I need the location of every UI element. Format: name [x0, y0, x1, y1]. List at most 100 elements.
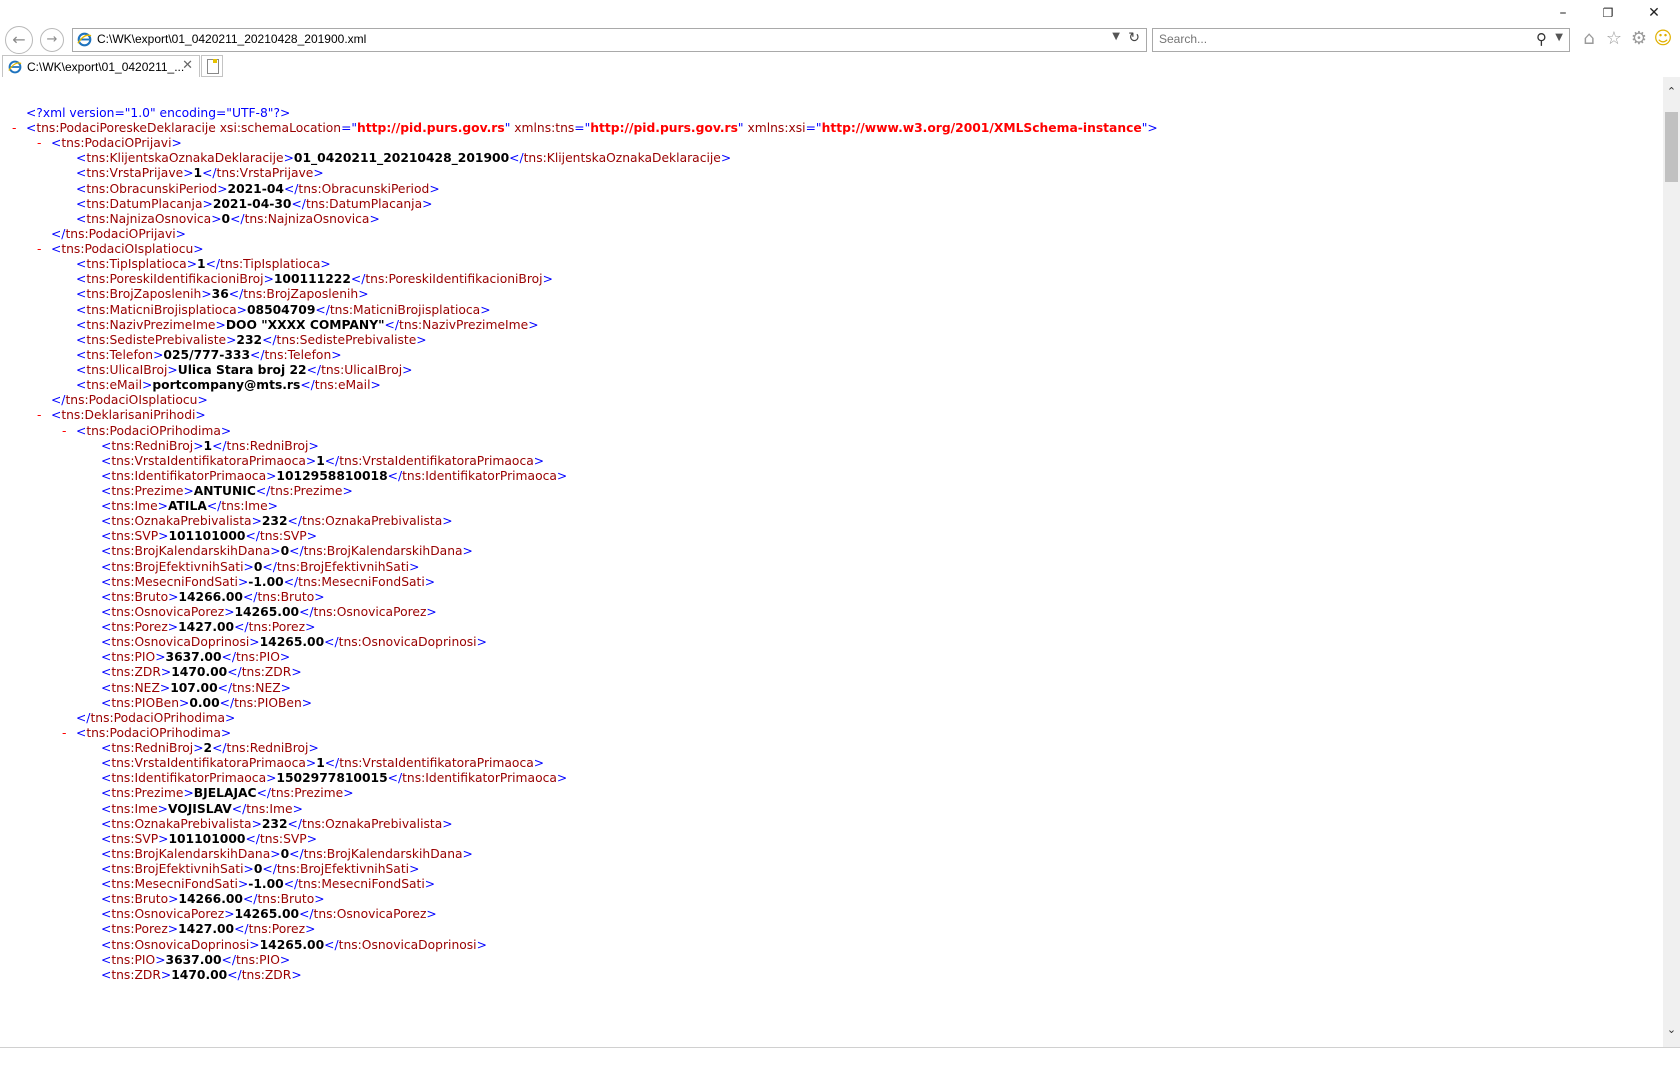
refresh-icon[interactable]: ↻ [1128, 30, 1140, 46]
xml-value: 0 [280, 846, 290, 861]
restore-button[interactable]: ❐ [1588, 2, 1628, 24]
xml-field: <tns:Telefon>025/777-333</tns:Telefon> [76, 347, 342, 362]
new-tab-button[interactable] [201, 55, 223, 77]
xml-tag-name: tns:Telefon [264, 347, 332, 362]
search-icon[interactable]: ⚲ [1536, 30, 1547, 48]
xml-tag-name: tns:PIOBen [234, 695, 302, 710]
xml-value: 1 [316, 756, 325, 771]
xml-value: VOJISLAV [167, 801, 232, 816]
home-icon[interactable]: ⌂ [1578, 28, 1600, 50]
xml-declaration: <?xml version="1.0" encoding="UTF-8"?> [26, 105, 290, 121]
vertical-scrollbar[interactable]: ⌃ ⌄ [1663, 77, 1680, 1047]
xml-tag-name: tns:VrstaIdentifikatoraPrimaoca [339, 453, 534, 468]
xml-tag-name: tns:Bruto [257, 892, 315, 907]
back-arrow-icon: ← [12, 30, 26, 49]
xml-tag-name: tns:MaticniBrojisplatioca [329, 302, 481, 317]
xml-tag-name: tns:VrstaIdentifikatoraPrimaoca [111, 453, 306, 468]
internet-explorer-icon [77, 32, 92, 51]
back-button[interactable]: ← [5, 26, 33, 54]
search-box[interactable]: ⚲ ▼ [1152, 28, 1570, 52]
gear-icon[interactable]: ⚙ [1628, 28, 1650, 50]
xml-tag-name: tns:Ime [246, 801, 293, 816]
search-dropdown-icon[interactable]: ▼ [1555, 32, 1563, 43]
xml-tag-name: tns:OsnovicaDoprinosi [338, 635, 477, 650]
xml-value: 232 [236, 332, 263, 347]
xml-tag-name: tns:Bruto [111, 892, 169, 907]
xml-open-tag: - <tns:PodaciOPrihodima> [62, 725, 232, 740]
collapse-toggle[interactable]: - [37, 135, 41, 151]
internet-explorer-icon [8, 59, 22, 78]
xml-field: <tns:KlijentskaOznakaDeklaracije>01_0420… [76, 151, 732, 166]
xml-field: <tns:NajnizaOsnovica>0</tns:NajnizaOsnov… [76, 211, 380, 226]
xml-tag-name: tns:BrojZaposlenih [86, 287, 202, 302]
xml-tag-name: tns:ObracunskiPeriod [86, 181, 218, 196]
xml-value: 3637.00 [165, 650, 222, 665]
collapse-toggle[interactable]: - [12, 120, 16, 136]
xml-tag-name: tns:Prezime [271, 786, 344, 801]
status-area [0, 1047, 1680, 1079]
address-bar[interactable]: C:\WK\export\01_0420211_20210428_201900.… [72, 28, 1147, 52]
scroll-up-arrow-icon[interactable]: ⌃ [1663, 85, 1680, 101]
forward-button[interactable]: → [40, 28, 64, 52]
xml-tag-name: tns:PodaciOIsplatiocu [61, 242, 194, 257]
address-url[interactable]: C:\WK\export\01_0420211_20210428_201900.… [97, 32, 366, 46]
xml-tag-name: tns:SVP [111, 831, 159, 846]
xml-value: 0 [221, 211, 231, 226]
xml-tag-name: tns:Bruto [257, 589, 315, 604]
xml-tag-name: tns:BrojEfektivnihSati [276, 559, 410, 574]
xml-field: <tns:RedniBroj>2</tns:RedniBroj> [101, 741, 319, 756]
minimize-button[interactable]: – [1543, 2, 1583, 24]
xml-value: 36 [211, 287, 229, 302]
xml-value: 1470.00 [171, 967, 228, 982]
xml-tag-name: tns:ObracunskiPeriod [298, 181, 430, 196]
tab-active[interactable]: C:\WK\export\01_0420211_... ✕ [2, 55, 200, 78]
xml-attr-value: http://pid.purs.gov.rs [357, 121, 505, 136]
collapse-toggle[interactable]: - [37, 241, 41, 257]
xml-tag-name: tns:Porez [111, 620, 168, 635]
xml-tag-name: tns:Prezime [270, 484, 343, 498]
xml-field: <tns:Bruto>14266.00</tns:Bruto> [101, 892, 325, 907]
xml-tag-name: tns:BrojKalendarskihDana [303, 544, 463, 559]
xml-field: <tns:OznakaPrebivalista>232</tns:OznakaP… [101, 514, 453, 529]
xml-value: 232 [261, 514, 288, 529]
close-window-button[interactable]: ✕ [1634, 2, 1674, 24]
xml-tag-name: tns:PodaciOPrijavi [61, 136, 172, 151]
xml-tag-name: tns:NazivPrezimeIme [399, 317, 529, 332]
collapse-toggle[interactable]: - [37, 407, 41, 423]
xml-attr-name: xmlns:tns [510, 121, 575, 136]
xml-tag-name: tns:Ime [111, 801, 158, 816]
xml-field: <tns:VrstaIdentifikatoraPrimaoca>1</tns:… [101, 453, 545, 468]
close-tab-icon[interactable]: ✕ [182, 58, 193, 73]
xml-value: 14266.00 [178, 892, 243, 907]
scroll-down-arrow-icon[interactable]: ⌄ [1663, 1023, 1680, 1039]
xml-tag-name: tns:DatumPlacanja [305, 196, 423, 211]
xml-field: <tns:UlicaIBroj>Ulica Stara broj 22</tns… [76, 363, 413, 378]
xml-field: <tns:ZDR>1470.00</tns:ZDR> [101, 967, 302, 982]
collapse-toggle[interactable]: - [62, 725, 66, 741]
search-input[interactable] [1159, 32, 1499, 46]
xml-tag-name: tns:VrstaIdentifikatoraPrimaoca [339, 756, 534, 771]
xml-open-tag: - <tns:PodaciOIsplatiocu> [37, 242, 204, 257]
xml-field: <tns:SVP>101101000</tns:SVP> [101, 529, 318, 544]
smiley-icon[interactable]: ☺ [1652, 28, 1674, 50]
xml-tag-name: tns:PIO [235, 952, 280, 967]
star-icon[interactable]: ☆ [1603, 28, 1625, 50]
xml-tag-name: tns:IdentifikatorPrimaoca [402, 771, 557, 786]
scroll-thumb[interactable] [1665, 112, 1678, 182]
xml-value: 1 [316, 453, 325, 468]
xml-value: 3637.00 [165, 952, 222, 967]
xml-tag-name: tns:OznakaPrebivalista [302, 514, 443, 529]
address-dropdown-icon[interactable]: ▼ [1112, 31, 1120, 42]
xml-tag-name: tns:OsnovicaPorez [111, 907, 225, 922]
xml-field: <tns:BrojKalendarskihDana>0</tns:BrojKal… [101, 544, 473, 559]
xml-root-tag: - <tns:PodaciPoreskeDeklaracije xsi:schem… [12, 121, 1158, 136]
xml-value: 01_0420211_20210428_201900 [293, 151, 510, 166]
xml-tag-name: tns:DeklarisaniPrihodi [61, 408, 196, 423]
xml-value: 08504709 [246, 302, 316, 317]
xml-tag-name: tns:BrojZaposlenih [243, 287, 359, 302]
xml-tag-name: tns:VrstaPrijave [86, 166, 184, 181]
xml-value: 1502977810015 [276, 771, 388, 786]
xml-field: <tns:OsnovicaPorez>14265.00</tns:Osnovic… [101, 907, 437, 922]
collapse-toggle[interactable]: - [62, 423, 66, 439]
xml-value: 232 [261, 816, 288, 831]
